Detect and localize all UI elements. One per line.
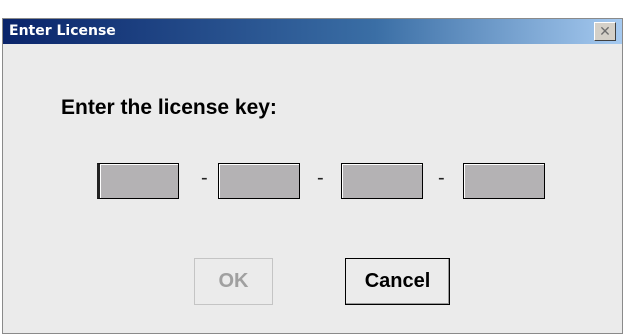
- separator-dash-3: -: [438, 167, 445, 189]
- close-button[interactable]: ✕: [594, 22, 616, 41]
- close-icon: ✕: [599, 23, 611, 40]
- title-bar[interactable]: Enter License ✕: [3, 19, 622, 44]
- license-key-field-3[interactable]: [341, 163, 423, 199]
- license-key-field-2[interactable]: [218, 163, 300, 199]
- license-dialog: Enter License ✕ Enter the license key: -…: [2, 18, 623, 334]
- window-title: Enter License: [9, 23, 116, 39]
- ok-button[interactable]: OK: [194, 258, 273, 305]
- license-key-field-4[interactable]: [463, 163, 545, 199]
- top-strip: [0, 0, 625, 18]
- separator-dash-1: -: [201, 167, 208, 189]
- license-key-field-1[interactable]: [97, 163, 179, 199]
- license-prompt: Enter the license key:: [61, 96, 277, 119]
- separator-dash-2: -: [317, 167, 324, 189]
- cancel-button[interactable]: Cancel: [345, 258, 450, 305]
